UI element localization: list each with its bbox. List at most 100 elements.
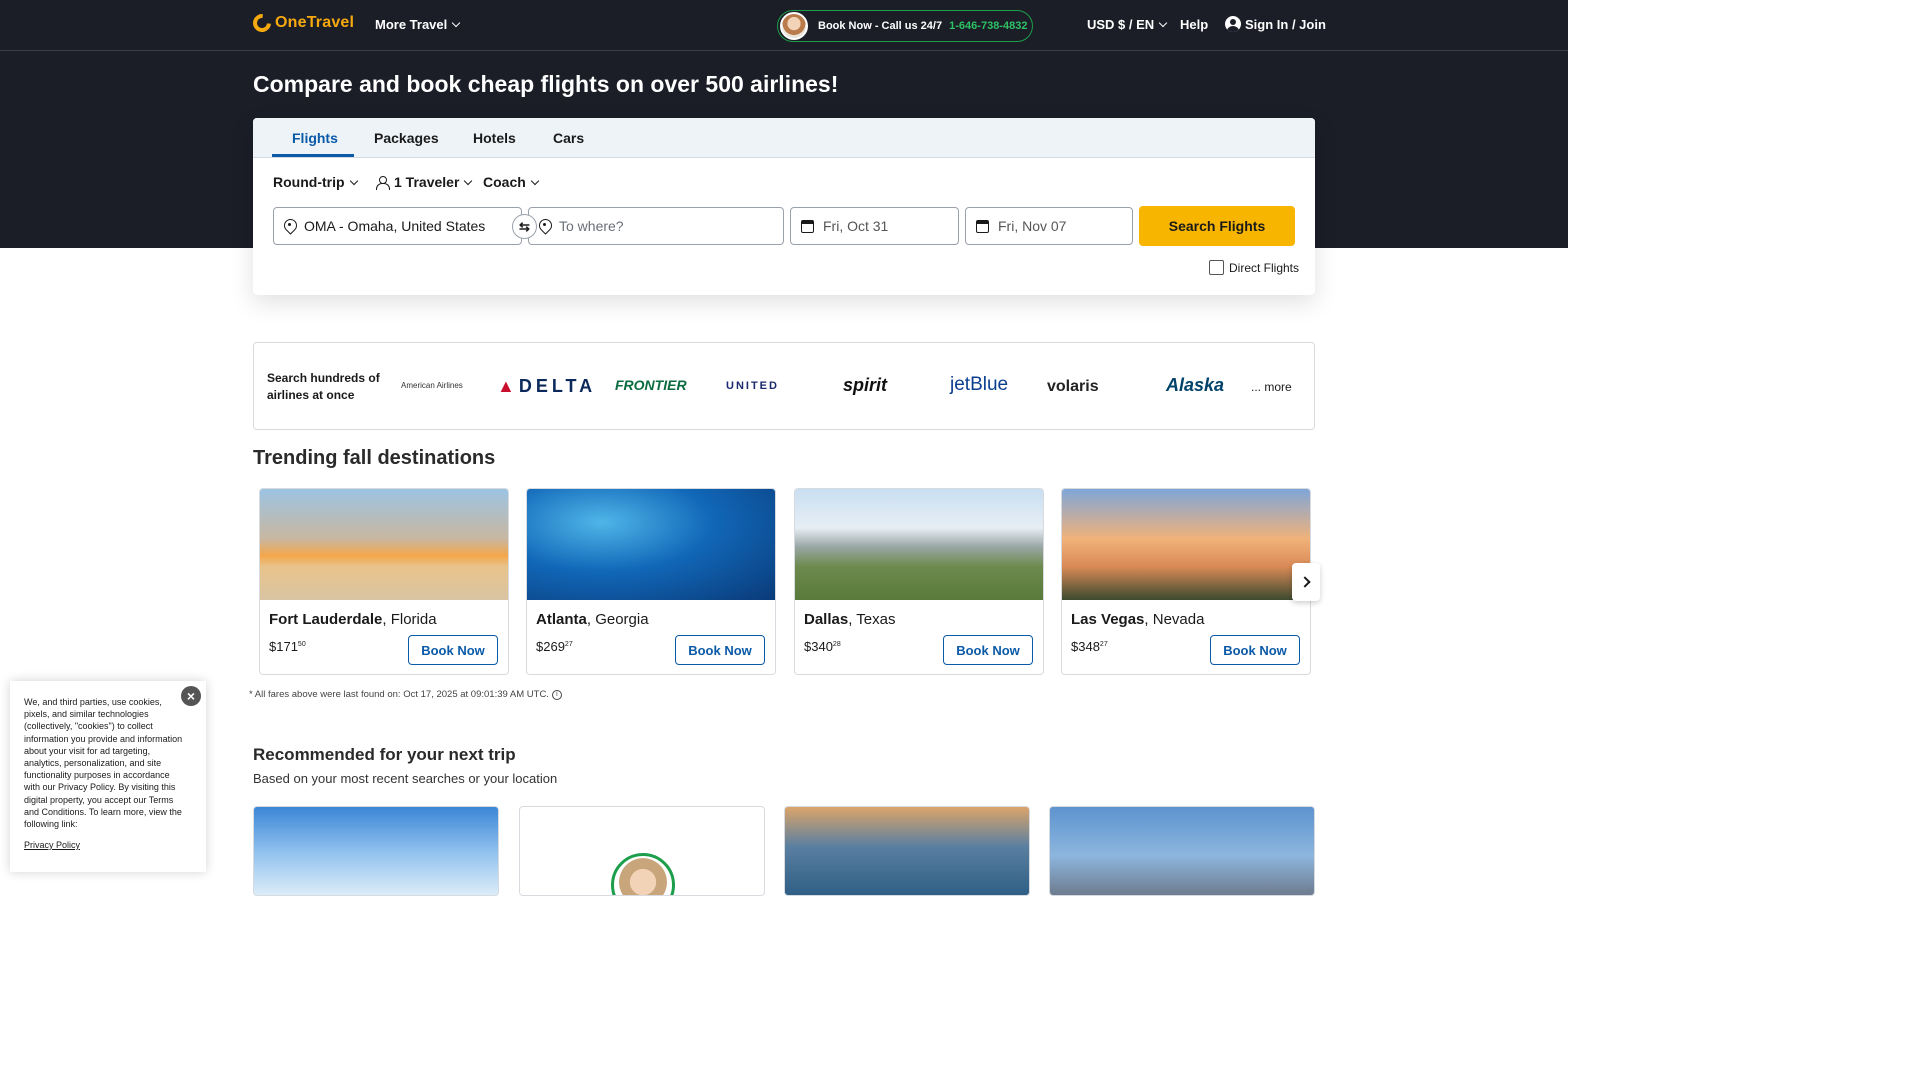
- phone-number[interactable]: 1-646-738-4832: [949, 20, 1027, 32]
- sign-in-label: Sign In / Join: [1245, 16, 1326, 32]
- las-vegas-image: [1062, 489, 1310, 600]
- destination-card-las-vegas[interactable]: Las Vegas, Nevada $34827 Book Now: [1061, 488, 1311, 675]
- currency-language-selector[interactable]: USD $ / EN: [1087, 17, 1168, 32]
- call-agent-button[interactable]: Book Now - Call us 24/7 1-646-738-4832: [777, 10, 1033, 42]
- return-date-value: Fri, Nov 07: [998, 218, 1067, 234]
- cabin-class-dropdown[interactable]: Coach: [483, 174, 540, 190]
- recommended-card[interactable]: [253, 806, 499, 896]
- trip-type-dropdown[interactable]: Round-trip: [273, 174, 358, 190]
- chevron-right-icon: [1298, 576, 1311, 588]
- recommended-card[interactable]: [784, 806, 1030, 896]
- top-navigation: OneTravel More Travel Book Now - Call us…: [0, 0, 1568, 51]
- atlanta-image: [527, 489, 775, 600]
- currency-label: USD $ / EN: [1087, 17, 1155, 32]
- dallas-image: [795, 489, 1043, 600]
- swap-icon: ⇆: [519, 218, 530, 234]
- page-title: Compare and book cheap flights on over 5…: [253, 71, 839, 97]
- destination-name: Dallas, Texas: [804, 611, 896, 628]
- destination-card-dallas[interactable]: Dallas, Texas $34028 Book Now: [794, 488, 1044, 675]
- spirit-logo: spirit: [843, 375, 888, 395]
- search-flights-button[interactable]: Search Flights: [1139, 206, 1295, 246]
- agent-avatar: [611, 853, 675, 895]
- trip-type-label: Round-trip: [273, 174, 345, 190]
- united-logo: UNITED: [726, 380, 779, 392]
- destination-input[interactable]: To where?: [528, 207, 784, 245]
- book-now-button[interactable]: Book Now: [1210, 635, 1300, 665]
- person-icon: [376, 175, 390, 190]
- chevron-down-icon: [464, 176, 473, 185]
- fare-disclaimer: * All fares above were last found on: Oc…: [249, 689, 562, 700]
- destination-card-atlanta[interactable]: Atlanta, Georgia $26927 Book Now: [526, 488, 776, 675]
- cookie-text: We, and third parties, use cookies, pixe…: [24, 697, 183, 830]
- fare-note-text: * All fares above were last found on: Oc…: [249, 689, 549, 700]
- chevron-down-icon: [349, 176, 358, 185]
- depart-date-input[interactable]: Fri, Oct 31: [790, 207, 959, 245]
- return-date-input[interactable]: Fri, Nov 07: [965, 207, 1133, 245]
- trending-title: Trending fall destinations: [253, 447, 496, 469]
- book-now-button[interactable]: Book Now: [943, 635, 1033, 665]
- swap-locations-button[interactable]: ⇆: [512, 214, 537, 239]
- delta-logo: ▲DELTA: [497, 376, 597, 396]
- direct-flights-label: Direct Flights: [1229, 260, 1300, 275]
- airlines-strip: Search hundreds of airlines at once Amer…: [253, 342, 1315, 430]
- destination-price: $17150: [269, 639, 306, 654]
- chevron-down-icon: [530, 176, 540, 185]
- product-tabs: Flights Packages Hotels Cars: [253, 118, 1315, 158]
- destination-price: $34028: [804, 639, 841, 654]
- travelers-dropdown[interactable]: 1 Traveler: [376, 174, 473, 190]
- sign-in-link[interactable]: Sign In / Join: [1225, 16, 1326, 32]
- jetblue-logo: jetBlue: [950, 374, 1009, 395]
- recommended-card[interactable]: [1049, 806, 1315, 896]
- destination-name: Atlanta, Georgia: [536, 611, 649, 628]
- frontier-logo: FRONTIER: [615, 377, 687, 393]
- volaris-logo: volaris: [1047, 378, 1099, 395]
- privacy-policy-link[interactable]: Privacy Policy: [24, 840, 80, 850]
- location-pin-icon: [284, 219, 295, 233]
- direct-flights-option[interactable]: Direct Flights: [1209, 260, 1299, 275]
- book-now-text: Book Now - Call us 24/7 1-646-738-4832: [818, 20, 1028, 32]
- active-tab-indicator: [272, 154, 354, 157]
- location-pin-icon: [539, 219, 550, 233]
- carousel-next-button[interactable]: [1292, 563, 1320, 601]
- tab-flights[interactable]: Flights: [292, 130, 338, 146]
- airlines-label: Search hundreds of airlines at once: [267, 371, 380, 402]
- help-link[interactable]: Help: [1180, 17, 1208, 32]
- calendar-icon: [976, 219, 989, 233]
- recommended-subtitle: Based on your most recent searches or yo…: [253, 771, 558, 786]
- cookie-banner: × We, and third parties, use cookies, pi…: [10, 681, 206, 872]
- alaska-logo: Alaska: [1166, 375, 1225, 395]
- fort-lauderdale-image: [260, 489, 508, 600]
- chevron-down-icon: [1158, 18, 1168, 28]
- book-now-button[interactable]: Book Now: [675, 635, 765, 665]
- user-icon: [1225, 16, 1241, 32]
- calendar-icon: [801, 219, 814, 233]
- recommended-agent-card[interactable]: [519, 806, 765, 896]
- book-now-button[interactable]: Book Now: [408, 635, 498, 665]
- logo-text: OneTravel: [275, 14, 355, 31]
- logo[interactable]: OneTravel: [249, 10, 355, 36]
- destination-card-fort-lauderdale[interactable]: Fort Lauderdale, Florida $17150 Book Now: [259, 488, 509, 675]
- american-airlines-logo: American Airlines: [401, 381, 463, 390]
- depart-date-value: Fri, Oct 31: [823, 218, 889, 234]
- destination-name: Las Vegas, Nevada: [1071, 611, 1205, 628]
- recommended-title: Recommended for your next trip: [253, 745, 516, 764]
- more-travel-menu[interactable]: More Travel: [375, 17, 461, 32]
- direct-flights-checkbox[interactable]: [1209, 260, 1224, 275]
- more-travel-label: More Travel: [375, 17, 448, 32]
- tab-cars[interactable]: Cars: [553, 130, 584, 146]
- destination-name: Fort Lauderdale, Florida: [269, 611, 437, 628]
- destination-price: $34827: [1071, 639, 1108, 654]
- destination-placeholder: To where?: [559, 218, 624, 234]
- info-icon[interactable]: i: [551, 689, 562, 700]
- tab-packages[interactable]: Packages: [374, 130, 439, 146]
- agent-avatar: [780, 12, 808, 40]
- tab-hotels[interactable]: Hotels: [473, 130, 516, 146]
- search-panel: Flights Packages Hotels Cars Round-trip …: [253, 118, 1315, 295]
- cabin-label: Coach: [483, 174, 526, 190]
- travelers-label: 1 Traveler: [394, 174, 460, 190]
- chevron-down-icon: [452, 18, 461, 28]
- origin-value: OMA - Omaha, United States: [304, 218, 486, 234]
- more-airlines-link[interactable]: ... more: [1251, 380, 1292, 394]
- origin-input[interactable]: OMA - Omaha, United States: [273, 207, 522, 245]
- destination-price: $26927: [536, 639, 573, 654]
